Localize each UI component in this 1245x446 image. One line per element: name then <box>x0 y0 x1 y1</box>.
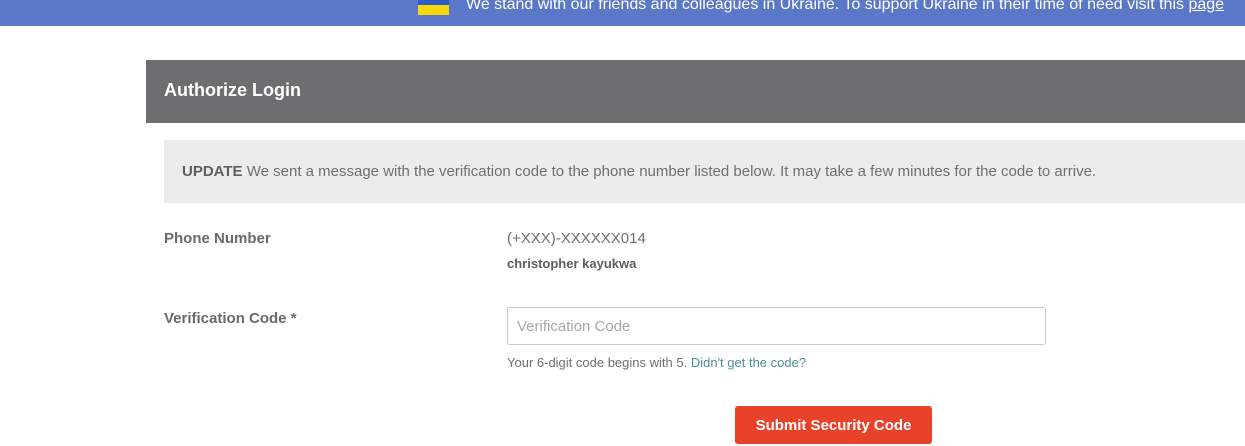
page-title: Authorize Login <box>164 80 301 100</box>
banner-message: We stand with our friends and colleagues… <box>466 0 1184 13</box>
verification-code-label: Verification Code * <box>164 310 297 327</box>
alert-message: We sent a message with the verification … <box>246 163 1097 180</box>
account-holder-name: christopher kayukwa <box>507 256 637 271</box>
resend-code-link[interactable]: Didn't get the code? <box>691 355 806 370</box>
banner-page-link[interactable]: page <box>1188 0 1224 13</box>
alert-label: UPDATE <box>182 163 243 180</box>
phone-number-label: Phone Number <box>164 230 271 247</box>
submit-security-code-button[interactable]: Submit Security Code <box>735 406 932 444</box>
ukraine-support-banner: We stand with our friends and colleagues… <box>0 0 1245 26</box>
panel-body: UPDATE We sent a message with the verifi… <box>146 123 1245 446</box>
phone-number-value: (+XXX)-XXXXXX014 <box>507 230 646 247</box>
ukraine-flag-icon <box>418 0 449 15</box>
panel-header: Authorize Login <box>146 60 1245 123</box>
code-hint-text: Your 6-digit code begins with 5. <box>507 355 688 370</box>
banner-text: We stand with our friends and colleagues… <box>466 0 1224 14</box>
code-hint: Your 6-digit code begins with 5. Didn't … <box>507 355 806 370</box>
update-alert: UPDATE We sent a message with the verifi… <box>164 140 1245 203</box>
verification-code-input[interactable] <box>507 307 1046 345</box>
